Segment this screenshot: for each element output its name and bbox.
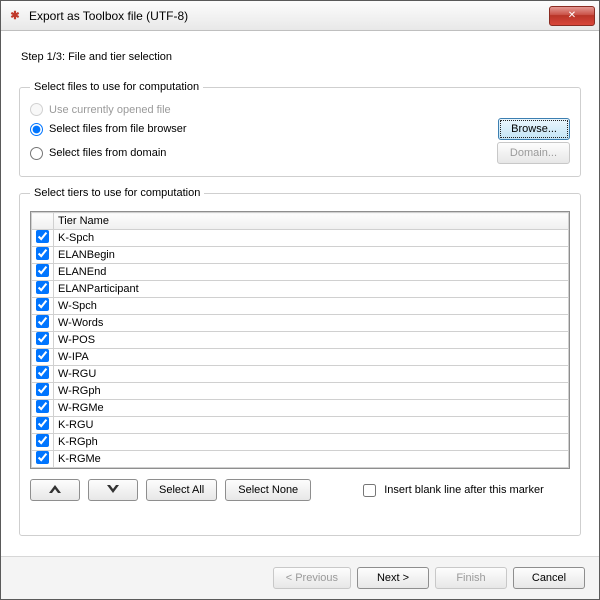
table-row[interactable]: ELANEnd: [32, 264, 569, 281]
table-row[interactable]: K-RGph: [32, 434, 569, 451]
tiers-table-wrap[interactable]: Tier Name K-SpchELANBeginELANEndELANPart…: [30, 211, 570, 469]
insert-blank-checkbox[interactable]: [363, 484, 376, 497]
dialog-body: Step 1/3: File and tier selection Select…: [1, 31, 599, 556]
files-group: Select files to use for computation Use …: [19, 81, 581, 177]
tier-checkbox[interactable]: [36, 400, 49, 413]
export-dialog: ✱ Export as Toolbox file (UTF-8) ✕ Step …: [0, 0, 600, 600]
tier-check-cell: [32, 247, 54, 264]
previous-button: < Previous: [273, 567, 351, 589]
file-option-current-row: Use currently opened file: [30, 103, 570, 116]
tier-check-cell: [32, 281, 54, 298]
tiers-table: Tier Name K-SpchELANBeginELANEndELANPart…: [31, 212, 569, 468]
chevron-down-icon: [107, 484, 119, 496]
radio-file-browser[interactable]: [30, 123, 43, 136]
tier-check-cell: [32, 366, 54, 383]
insert-blank-label: Insert blank line after this marker: [384, 484, 544, 496]
tier-checkbox[interactable]: [36, 247, 49, 260]
radio-domain-label: Select files from domain: [49, 147, 166, 159]
tier-checkbox[interactable]: [36, 315, 49, 328]
tier-name-cell: W-Words: [54, 315, 569, 332]
radio-current-file: [30, 103, 43, 116]
tier-actions: Select All Select None Insert blank line…: [30, 479, 570, 501]
tier-name-cell: K-RGMe: [54, 451, 569, 468]
col-header-name[interactable]: Tier Name: [54, 213, 569, 230]
tier-name-cell: W-RGMe: [54, 400, 569, 417]
file-option-domain-row: Select files from domain Domain...: [30, 142, 570, 164]
tier-check-cell: [32, 298, 54, 315]
col-header-check[interactable]: [32, 213, 54, 230]
table-row[interactable]: W-Spch: [32, 298, 569, 315]
tier-check-cell: [32, 349, 54, 366]
close-icon: ✕: [568, 10, 576, 21]
tier-check-cell: [32, 400, 54, 417]
tier-checkbox[interactable]: [36, 281, 49, 294]
tier-name-cell: W-IPA: [54, 349, 569, 366]
table-row[interactable]: W-RGMe: [32, 400, 569, 417]
table-row[interactable]: K-RGU: [32, 417, 569, 434]
tier-checkbox[interactable]: [36, 264, 49, 277]
files-legend: Select files to use for computation: [30, 81, 203, 93]
table-row[interactable]: W-Words: [32, 315, 569, 332]
chevron-up-icon: [49, 484, 61, 496]
select-none-button[interactable]: Select None: [225, 479, 311, 501]
radio-file-browser-label: Select files from file browser: [49, 123, 187, 135]
tier-checkbox[interactable]: [36, 434, 49, 447]
tier-checkbox[interactable]: [36, 332, 49, 345]
tier-check-cell: [32, 230, 54, 247]
table-row[interactable]: W-RGU: [32, 366, 569, 383]
tier-name-cell: ELANParticipant: [54, 281, 569, 298]
tier-check-cell: [32, 264, 54, 281]
tier-check-cell: [32, 383, 54, 400]
move-down-button[interactable]: [88, 479, 138, 501]
tier-check-cell: [32, 332, 54, 349]
tier-name-cell: K-RGU: [54, 417, 569, 434]
table-row[interactable]: W-POS: [32, 332, 569, 349]
radio-domain[interactable]: [30, 147, 43, 160]
tier-checkbox[interactable]: [36, 349, 49, 362]
domain-button: Domain...: [497, 142, 570, 164]
tier-checkbox[interactable]: [36, 230, 49, 243]
tier-name-cell: W-POS: [54, 332, 569, 349]
tier-name-cell: K-Spch: [54, 230, 569, 247]
select-all-button[interactable]: Select All: [146, 479, 217, 501]
file-option-browser-row: Select files from file browser Browse...: [30, 118, 570, 140]
tier-name-cell: ELANBegin: [54, 247, 569, 264]
titlebar: ✱ Export as Toolbox file (UTF-8) ✕: [1, 1, 599, 31]
tier-checkbox[interactable]: [36, 417, 49, 430]
tier-name-cell: K-RGph: [54, 434, 569, 451]
tier-name-cell: ELANEnd: [54, 264, 569, 281]
tier-check-cell: [32, 451, 54, 468]
tier-checkbox[interactable]: [36, 366, 49, 379]
wizard-footer: < Previous Next > Finish Cancel: [1, 556, 599, 599]
move-up-button[interactable]: [30, 479, 80, 501]
tier-name-cell: W-RGph: [54, 383, 569, 400]
close-button[interactable]: ✕: [549, 6, 595, 26]
table-row[interactable]: W-IPA: [32, 349, 569, 366]
table-row[interactable]: K-RGMe: [32, 451, 569, 468]
table-row[interactable]: W-RGph: [32, 383, 569, 400]
tier-name-cell: W-RGU: [54, 366, 569, 383]
tier-checkbox[interactable]: [36, 451, 49, 464]
radio-current-file-label: Use currently opened file: [49, 104, 171, 116]
tiers-group: Select tiers to use for computation Tier…: [19, 187, 581, 536]
tiers-legend: Select tiers to use for computation: [30, 187, 204, 199]
app-icon: ✱: [7, 8, 23, 24]
next-button[interactable]: Next >: [357, 567, 429, 589]
table-row[interactable]: ELANBegin: [32, 247, 569, 264]
tier-check-cell: [32, 434, 54, 451]
window-title: Export as Toolbox file (UTF-8): [29, 9, 549, 23]
table-row[interactable]: ELANParticipant: [32, 281, 569, 298]
step-label: Step 1/3: File and tier selection: [21, 51, 581, 63]
browse-button[interactable]: Browse...: [498, 118, 570, 140]
tier-checkbox[interactable]: [36, 383, 49, 396]
tier-name-cell: W-Spch: [54, 298, 569, 315]
finish-button: Finish: [435, 567, 507, 589]
table-row[interactable]: K-Spch: [32, 230, 569, 247]
tier-checkbox[interactable]: [36, 298, 49, 311]
cancel-button[interactable]: Cancel: [513, 567, 585, 589]
tier-check-cell: [32, 417, 54, 434]
tier-check-cell: [32, 315, 54, 332]
